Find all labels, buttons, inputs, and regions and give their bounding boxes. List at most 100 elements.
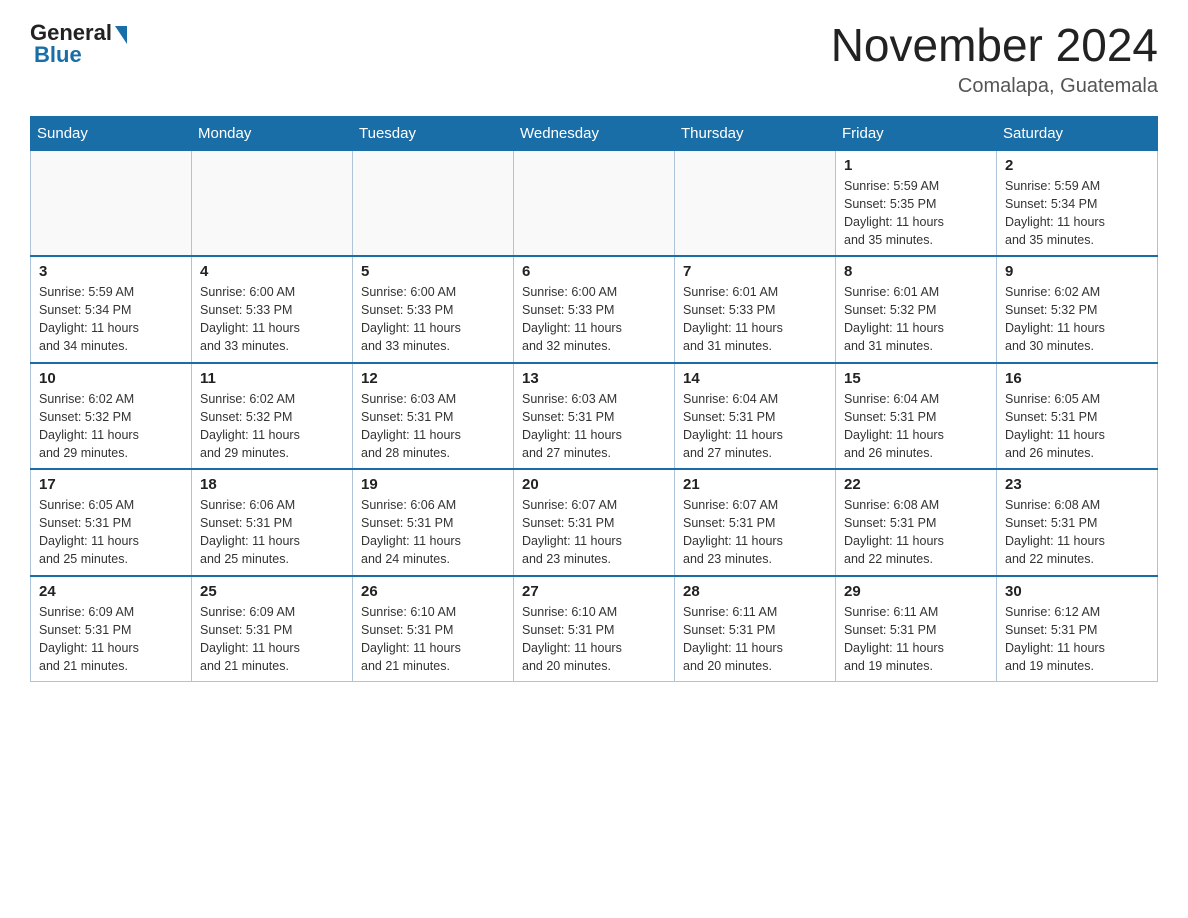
day-info: Sunrise: 6:08 AM Sunset: 5:31 PM Dayligh… bbox=[844, 496, 988, 569]
day-number: 23 bbox=[1005, 476, 1149, 493]
calendar-cell: 21 Sunrise: 6:07 AM Sunset: 5:31 PM Dayli… bbox=[675, 469, 836, 576]
calendar-cell: 8 Sunrise: 6:01 AM Sunset: 5:32 PM Daylig… bbox=[836, 256, 997, 363]
day-info: Sunrise: 6:02 AM Sunset: 5:32 PM Dayligh… bbox=[1005, 283, 1149, 356]
calendar-cell: 26 Sunrise: 6:10 AM Sunset: 5:31 PM Dayli… bbox=[353, 576, 514, 682]
day-info: Sunrise: 5:59 AM Sunset: 5:34 PM Dayligh… bbox=[39, 283, 183, 356]
day-info: Sunrise: 6:11 AM Sunset: 5:31 PM Dayligh… bbox=[683, 603, 827, 676]
title-area: November 2024 Comalapa, Guatemala bbox=[831, 20, 1158, 98]
day-number: 25 bbox=[200, 583, 344, 600]
calendar-cell: 18 Sunrise: 6:06 AM Sunset: 5:31 PM Dayli… bbox=[192, 469, 353, 576]
day-info: Sunrise: 5:59 AM Sunset: 5:34 PM Dayligh… bbox=[1005, 177, 1149, 250]
day-info: Sunrise: 6:06 AM Sunset: 5:31 PM Dayligh… bbox=[361, 496, 505, 569]
calendar-header-row: SundayMondayTuesdayWednesdayThursdayFrid… bbox=[31, 116, 1158, 150]
day-info: Sunrise: 6:10 AM Sunset: 5:31 PM Dayligh… bbox=[522, 603, 666, 676]
day-number: 26 bbox=[361, 583, 505, 600]
calendar-week-row: 17 Sunrise: 6:05 AM Sunset: 5:31 PM Dayli… bbox=[31, 469, 1158, 576]
calendar-cell: 5Sunrise: 6:00 AM Sunset: 5:33 PM Daylig… bbox=[353, 256, 514, 363]
day-number: 1 bbox=[844, 157, 988, 174]
calendar-cell: 6Sunrise: 6:00 AM Sunset: 5:33 PM Daylig… bbox=[514, 256, 675, 363]
calendar-cell bbox=[192, 150, 353, 256]
day-number: 6 bbox=[522, 263, 666, 280]
day-number: 7 bbox=[683, 263, 827, 280]
day-info: Sunrise: 6:07 AM Sunset: 5:31 PM Dayligh… bbox=[522, 496, 666, 569]
day-number: 3 bbox=[39, 263, 183, 280]
calendar-week-row: 1 Sunrise: 5:59 AM Sunset: 5:35 PM Daylig… bbox=[31, 150, 1158, 256]
day-number: 29 bbox=[844, 583, 988, 600]
day-number: 22 bbox=[844, 476, 988, 493]
day-number: 4 bbox=[200, 263, 344, 280]
weekday-header: Thursday bbox=[675, 116, 836, 150]
day-info: Sunrise: 6:08 AM Sunset: 5:31 PM Dayligh… bbox=[1005, 496, 1149, 569]
day-info: Sunrise: 6:09 AM Sunset: 5:31 PM Dayligh… bbox=[39, 603, 183, 676]
calendar-cell: 11Sunrise: 6:02 AM Sunset: 5:32 PM Dayli… bbox=[192, 363, 353, 470]
calendar-cell: 17 Sunrise: 6:05 AM Sunset: 5:31 PM Dayli… bbox=[31, 469, 192, 576]
calendar-cell: 7 Sunrise: 6:01 AM Sunset: 5:33 PM Daylig… bbox=[675, 256, 836, 363]
day-number: 17 bbox=[39, 476, 183, 493]
calendar-cell: 19 Sunrise: 6:06 AM Sunset: 5:31 PM Dayli… bbox=[353, 469, 514, 576]
weekday-header: Wednesday bbox=[514, 116, 675, 150]
weekday-header: Monday bbox=[192, 116, 353, 150]
day-number: 21 bbox=[683, 476, 827, 493]
day-number: 20 bbox=[522, 476, 666, 493]
day-number: 9 bbox=[1005, 263, 1149, 280]
calendar-cell: 10 Sunrise: 6:02 AM Sunset: 5:32 PM Dayli… bbox=[31, 363, 192, 470]
day-info: Sunrise: 6:01 AM Sunset: 5:32 PM Dayligh… bbox=[844, 283, 988, 356]
day-info: Sunrise: 6:03 AM Sunset: 5:31 PM Dayligh… bbox=[522, 390, 666, 463]
logo: General Blue bbox=[30, 20, 127, 68]
logo-arrow-icon bbox=[115, 26, 127, 44]
calendar-cell: 30 Sunrise: 6:12 AM Sunset: 5:31 PM Dayli… bbox=[997, 576, 1158, 682]
month-title: November 2024 bbox=[831, 20, 1158, 71]
calendar-cell: 14 Sunrise: 6:04 AM Sunset: 5:31 PM Dayli… bbox=[675, 363, 836, 470]
day-info: Sunrise: 6:11 AM Sunset: 5:31 PM Dayligh… bbox=[844, 603, 988, 676]
day-info: Sunrise: 6:05 AM Sunset: 5:31 PM Dayligh… bbox=[39, 496, 183, 569]
day-number: 8 bbox=[844, 263, 988, 280]
location-subtitle: Comalapa, Guatemala bbox=[831, 75, 1158, 98]
day-info: Sunrise: 6:07 AM Sunset: 5:31 PM Dayligh… bbox=[683, 496, 827, 569]
day-number: 12 bbox=[361, 370, 505, 387]
day-number: 24 bbox=[39, 583, 183, 600]
logo-blue-text: Blue bbox=[30, 42, 82, 68]
day-info: Sunrise: 6:00 AM Sunset: 5:33 PM Dayligh… bbox=[200, 283, 344, 356]
day-info: Sunrise: 6:02 AM Sunset: 5:32 PM Dayligh… bbox=[39, 390, 183, 463]
calendar-cell: 22 Sunrise: 6:08 AM Sunset: 5:31 PM Dayli… bbox=[836, 469, 997, 576]
calendar-cell bbox=[31, 150, 192, 256]
calendar-cell: 2 Sunrise: 5:59 AM Sunset: 5:34 PM Daylig… bbox=[997, 150, 1158, 256]
calendar-cell: 23 Sunrise: 6:08 AM Sunset: 5:31 PM Dayli… bbox=[997, 469, 1158, 576]
calendar-cell: 28 Sunrise: 6:11 AM Sunset: 5:31 PM Dayli… bbox=[675, 576, 836, 682]
day-info: Sunrise: 6:06 AM Sunset: 5:31 PM Dayligh… bbox=[200, 496, 344, 569]
day-number: 10 bbox=[39, 370, 183, 387]
day-info: Sunrise: 6:01 AM Sunset: 5:33 PM Dayligh… bbox=[683, 283, 827, 356]
day-number: 28 bbox=[683, 583, 827, 600]
day-info: Sunrise: 6:03 AM Sunset: 5:31 PM Dayligh… bbox=[361, 390, 505, 463]
day-number: 14 bbox=[683, 370, 827, 387]
calendar-cell: 20 Sunrise: 6:07 AM Sunset: 5:31 PM Dayli… bbox=[514, 469, 675, 576]
calendar-cell: 9 Sunrise: 6:02 AM Sunset: 5:32 PM Daylig… bbox=[997, 256, 1158, 363]
day-number: 13 bbox=[522, 370, 666, 387]
calendar-cell: 4 Sunrise: 6:00 AM Sunset: 5:33 PM Daylig… bbox=[192, 256, 353, 363]
day-number: 11 bbox=[200, 370, 344, 387]
page-header: General Blue November 2024 Comalapa, Gua… bbox=[30, 20, 1158, 98]
day-number: 18 bbox=[200, 476, 344, 493]
day-info: Sunrise: 6:12 AM Sunset: 5:31 PM Dayligh… bbox=[1005, 603, 1149, 676]
calendar-week-row: 3 Sunrise: 5:59 AM Sunset: 5:34 PM Daylig… bbox=[31, 256, 1158, 363]
calendar-cell: 16Sunrise: 6:05 AM Sunset: 5:31 PM Dayli… bbox=[997, 363, 1158, 470]
calendar-table: SundayMondayTuesdayWednesdayThursdayFrid… bbox=[30, 116, 1158, 683]
calendar-cell bbox=[353, 150, 514, 256]
calendar-cell: 12 Sunrise: 6:03 AM Sunset: 5:31 PM Dayli… bbox=[353, 363, 514, 470]
day-number: 19 bbox=[361, 476, 505, 493]
calendar-cell: 25Sunrise: 6:09 AM Sunset: 5:31 PM Dayli… bbox=[192, 576, 353, 682]
day-number: 27 bbox=[522, 583, 666, 600]
day-number: 2 bbox=[1005, 157, 1149, 174]
calendar-cell: 27 Sunrise: 6:10 AM Sunset: 5:31 PM Dayli… bbox=[514, 576, 675, 682]
day-info: Sunrise: 5:59 AM Sunset: 5:35 PM Dayligh… bbox=[844, 177, 988, 250]
weekday-header: Tuesday bbox=[353, 116, 514, 150]
weekday-header: Sunday bbox=[31, 116, 192, 150]
day-info: Sunrise: 6:04 AM Sunset: 5:31 PM Dayligh… bbox=[683, 390, 827, 463]
calendar-cell: 13 Sunrise: 6:03 AM Sunset: 5:31 PM Dayli… bbox=[514, 363, 675, 470]
day-info: Sunrise: 6:10 AM Sunset: 5:31 PM Dayligh… bbox=[361, 603, 505, 676]
calendar-cell: 15Sunrise: 6:04 AM Sunset: 5:31 PM Dayli… bbox=[836, 363, 997, 470]
day-number: 30 bbox=[1005, 583, 1149, 600]
calendar-cell bbox=[675, 150, 836, 256]
calendar-cell bbox=[514, 150, 675, 256]
day-info: Sunrise: 6:04 AM Sunset: 5:31 PM Dayligh… bbox=[844, 390, 988, 463]
